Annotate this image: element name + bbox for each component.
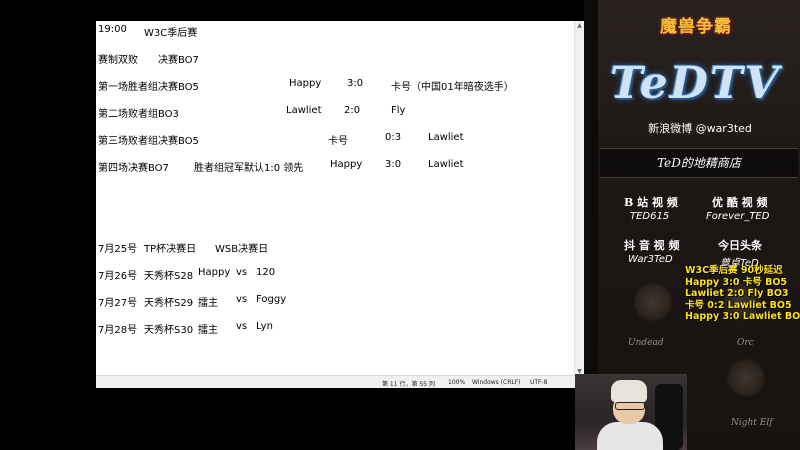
- match-label: 第一场胜者组决赛BO5: [98, 82, 199, 93]
- match-player1: Lawliet: [286, 105, 322, 116]
- zoom-level: 100%: [448, 379, 466, 386]
- undead-emblem-icon: [633, 282, 673, 322]
- text-final-format: 决赛BO7: [158, 55, 199, 66]
- schedule-event2: WSB决赛日: [215, 244, 269, 255]
- streamer-hat: [611, 380, 647, 402]
- notepad-text-area[interactable]: 19:00 W3C季后赛 赛制双败 决赛BO7 第一场胜者组决赛BO5 Happ…: [96, 21, 584, 376]
- race-orc: Orc: [737, 338, 754, 348]
- results-title: W3C季后赛 90秒延迟: [685, 265, 783, 276]
- schedule-player1: 擂主: [198, 298, 218, 309]
- text-format: 赛制双败: [98, 55, 138, 66]
- result-line: 卡号 0:2 Lawliet BO5: [685, 299, 792, 311]
- match-player2: Lawliet: [428, 132, 464, 143]
- match-player2: Fly: [391, 105, 406, 116]
- youku-label: 优 酷 视 频: [712, 196, 768, 209]
- match-score: 3:0: [385, 159, 402, 170]
- glasses-icon: [615, 402, 645, 410]
- schedule-date: 7月25号: [98, 244, 138, 255]
- schedule-event: 天秀杯S28: [144, 271, 194, 282]
- match-label: 第三场败者组决赛BO5: [98, 136, 199, 147]
- schedule-vs: vs: [236, 294, 248, 305]
- schedule-player2: 120: [256, 267, 276, 278]
- match-score: 2:0: [344, 105, 361, 116]
- youku-id: Forever_TED: [706, 211, 770, 222]
- match-note: 胜者组冠军默认1:0 领先: [194, 163, 304, 174]
- schedule-date: 7月26号: [98, 271, 138, 282]
- schedule-player2: Foggy: [256, 294, 287, 305]
- match-score: 3:0: [347, 78, 364, 89]
- schedule-vs: vs: [236, 321, 248, 332]
- warcraft-logo: 魔兽争霸: [660, 17, 732, 37]
- result-line: Happy 3:0 卡号 BO5: [685, 276, 788, 288]
- race-undead: Undead: [628, 338, 664, 348]
- streamer-body: [597, 422, 663, 450]
- encoding: UTF-8: [530, 379, 548, 386]
- match-player2: 卡号（中国01年暗夜选手）: [391, 82, 514, 93]
- notepad-window: 19:00 W3C季后赛 赛制双败 决赛BO7 第一场胜者组决赛BO5 Happ…: [96, 21, 584, 388]
- schedule-vs: vs: [236, 267, 248, 278]
- match-score: 0:3: [385, 132, 402, 143]
- results-overlay: W3C季后赛 90秒延迟 Happy 3:0 卡号 BO5 Lawliet 2:…: [685, 265, 800, 323]
- tedtv-logo: TeDTV: [610, 58, 781, 109]
- match-player2: Lawliet: [428, 159, 464, 170]
- schedule-event: 天秀杯S29: [144, 298, 194, 309]
- text-time: 19:00: [98, 24, 127, 35]
- scroll-up-icon[interactable]: ▲: [575, 21, 584, 30]
- toutiao-label: 今日头条: [718, 239, 762, 252]
- webcam-feed: [575, 374, 687, 450]
- result-line: Lawliet 2:0 Fly BO3: [685, 288, 789, 299]
- shop-banner: TeD的地精商店: [600, 148, 798, 178]
- vertical-scrollbar[interactable]: ▲ ▼: [574, 21, 584, 376]
- schedule-event: 天秀杯S30: [144, 325, 194, 336]
- nightelf-emblem-icon: [726, 358, 766, 398]
- schedule-date: 7月28号: [98, 325, 138, 336]
- match-player1: Happy: [289, 78, 322, 89]
- douyin-id: War3TeD: [628, 254, 673, 265]
- schedule-player1: Happy: [198, 267, 231, 278]
- text-event: W3C季后赛: [144, 28, 198, 39]
- douyin-label: 抖 音 视 频: [624, 239, 680, 252]
- cursor-position: 第 11 行，第 55 列: [382, 381, 435, 388]
- match-label: 第二场败者组BO3: [98, 109, 179, 120]
- line-ending: Windows (CRLF): [472, 379, 521, 386]
- schedule-player2: Lyn: [256, 321, 273, 332]
- match-player1: 卡号: [328, 136, 348, 147]
- result-line: Happy 3:0 Lawliet BO7: [685, 311, 800, 322]
- bilibili-id: TED615: [630, 211, 670, 222]
- match-label: 第四场决赛BO7: [98, 163, 169, 174]
- weibo-handle: 新浪微博 @war3ted: [648, 122, 752, 135]
- bilibili-label: B 站 视 频: [624, 196, 678, 209]
- schedule-date: 7月27号: [98, 298, 138, 309]
- match-player1: Happy: [330, 159, 363, 170]
- schedule-player1: 擂主: [198, 325, 218, 336]
- schedule-event: TP杯决赛日: [144, 244, 197, 255]
- race-nightelf: Night Elf: [731, 418, 773, 428]
- status-bar: 第 11 行，第 55 列 100% Windows (CRLF) UTF-8: [96, 375, 584, 388]
